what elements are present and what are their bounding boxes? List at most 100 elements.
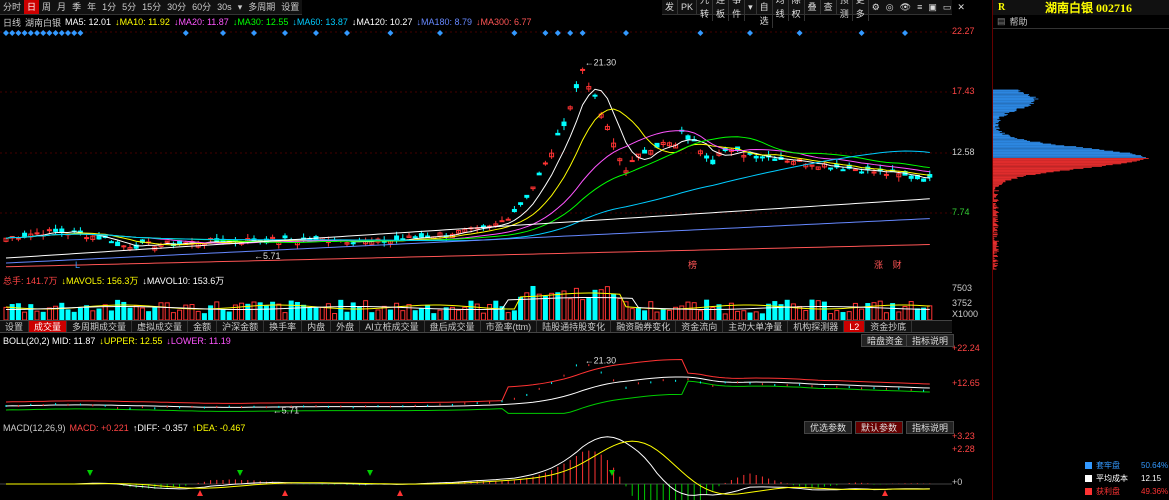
indicator-tab[interactable]: 金额	[188, 321, 218, 332]
toolbar-button[interactable]: 除权	[789, 0, 805, 21]
volume-bar	[480, 312, 486, 320]
macd-help-button[interactable]: 指标说明	[906, 421, 955, 434]
period-tab[interactable]: 年	[84, 0, 99, 14]
toolbar-button[interactable]: 叠	[805, 0, 821, 14]
period-tab[interactable]: 60分	[189, 0, 214, 14]
indicator-tab[interactable]: 虚拟成交量	[132, 321, 189, 332]
legend-swatch	[1085, 475, 1092, 482]
signal-diamond	[220, 30, 226, 36]
legend-item: MACD: +0.221	[69, 423, 129, 433]
period-tab[interactable]: 多周期	[245, 0, 278, 14]
indicator-tab[interactable]: 外盘	[331, 321, 361, 332]
indicator-help-button[interactable]: 指标说明	[906, 334, 955, 347]
volume-bar	[363, 300, 369, 320]
indicator-tab[interactable]: 机构探测器	[788, 321, 845, 332]
indicator-tab[interactable]: 资金流向	[676, 321, 724, 332]
window-icon[interactable]: 👁	[897, 0, 914, 14]
period-tab[interactable]: 15分	[139, 0, 164, 14]
chip-stat-row: 平均成本 12.15	[1085, 473, 1169, 484]
period-tab[interactable]: 月	[54, 0, 69, 14]
indicator-tab[interactable]: 换手率	[264, 321, 303, 332]
indicator-tab[interactable]: AI立桩成交量	[360, 321, 425, 332]
chip-distribution	[993, 89, 1149, 270]
period-tab[interactable]: 分时	[0, 0, 24, 14]
toolbar-button[interactable]: 更多	[853, 0, 869, 21]
indicator-tab[interactable]: 内盘	[302, 321, 332, 332]
period-tab[interactable]: 设置	[278, 0, 302, 14]
period-tab[interactable]: ▾	[235, 0, 246, 14]
candle-body	[784, 160, 790, 163]
toolbar-button[interactable]: PK	[678, 0, 698, 14]
period-tab[interactable]: 日	[24, 0, 40, 14]
period-tab[interactable]: 30分	[164, 0, 189, 14]
window-icon[interactable]: ▣	[925, 0, 940, 14]
window-icon[interactable]: ✕	[954, 0, 968, 14]
signal-diamond	[34, 30, 40, 36]
volume-bar	[877, 300, 883, 320]
volume-bar	[642, 310, 648, 320]
volume-bar	[790, 303, 796, 320]
indicator-tab[interactable]: 市盈率(ttm)	[481, 321, 538, 332]
volume-bar	[685, 301, 691, 320]
boll-chart[interactable]: ←21.30 ←5.71	[0, 348, 952, 418]
toolbar-button[interactable]: 删自选	[757, 0, 773, 28]
signal-diamond	[437, 30, 443, 36]
volume-bar	[753, 311, 759, 320]
indicator-tab[interactable]: 成交量	[29, 321, 68, 332]
period-tab[interactable]: 5分	[119, 0, 139, 14]
buy-signal-arrow	[397, 490, 403, 496]
candle-body	[852, 169, 858, 172]
indicator-tab[interactable]: 主动大单净量	[723, 321, 789, 332]
period-tab[interactable]: 季	[69, 0, 84, 14]
toolbar-button[interactable]: 发	[662, 0, 679, 14]
period-toolbar: 分时日周月季年 1分 5分 15分 30分 60分 30s ▾ 多周期 设置	[0, 0, 303, 15]
volume-bar	[437, 309, 443, 320]
candle-body	[685, 135, 691, 140]
window-icon[interactable]: ▭	[940, 0, 955, 14]
volume-chart[interactable]	[0, 285, 952, 320]
sell-signal-arrow	[87, 470, 93, 476]
indicator-tab[interactable]: 资金抄底	[865, 321, 913, 332]
volume-bar	[65, 309, 71, 320]
signal-diamond	[282, 30, 288, 36]
toolbar-button[interactable]: 均线	[773, 0, 789, 21]
indicator-tab[interactable]: 盘后成交量	[425, 321, 481, 332]
signal-diamond	[579, 30, 586, 36]
dark-pool-button[interactable]: 暗盘资金	[861, 334, 910, 347]
toolbar-button[interactable]: 预测	[837, 0, 853, 21]
volume-bar	[747, 312, 753, 320]
toolbar-button[interactable]: 查	[821, 0, 837, 14]
buy-signal-arrow	[282, 490, 288, 496]
volume-bar	[660, 308, 666, 320]
indicator-tab[interactable]: 设置	[0, 321, 30, 332]
price-chart[interactable]: ←21.30 ←5.71 L 榜 涨财	[0, 28, 952, 272]
volume-bar	[177, 309, 183, 320]
indicator-tab[interactable]: 融资融券变化	[611, 321, 677, 332]
default-params-button[interactable]: 默认参数	[855, 421, 904, 434]
indicator-tab[interactable]: 陆股通持股变化	[537, 321, 612, 332]
help-link[interactable]: 帮助	[1010, 15, 1028, 28]
volume-bar	[394, 302, 400, 320]
window-icon[interactable]: ◎	[883, 0, 897, 14]
volume-bar	[629, 308, 635, 320]
period-tab[interactable]: 1分	[99, 0, 119, 14]
window-icon[interactable]: ⚙	[869, 0, 883, 14]
candle-body	[46, 229, 52, 232]
candle-body	[536, 172, 542, 176]
volume-bar	[325, 303, 331, 320]
help-row[interactable]: ▤ 帮助	[993, 15, 1169, 29]
period-tab[interactable]: 30s	[214, 0, 235, 14]
legend-item: ↓MA20: 11.87	[173, 17, 229, 27]
period-tab[interactable]: 周	[39, 0, 54, 14]
toolbar-button[interactable]: ▾	[745, 0, 757, 14]
volume-bar	[468, 300, 474, 320]
indicator-tab[interactable]: 沪深金额	[217, 321, 265, 332]
toolbar-button[interactable]: 九转	[697, 0, 714, 21]
window-icon[interactable]: ≡	[914, 0, 925, 14]
toolbar-button[interactable]: 事件	[729, 0, 746, 21]
optimal-params-button[interactable]: 优选参数	[804, 421, 853, 434]
indicator-tab[interactable]: 多周期成交量	[67, 321, 133, 332]
macd-chart[interactable]	[0, 434, 952, 500]
toolbar-button[interactable]: 连板	[713, 0, 730, 21]
boll-axis-tick: +12.65	[952, 378, 980, 388]
